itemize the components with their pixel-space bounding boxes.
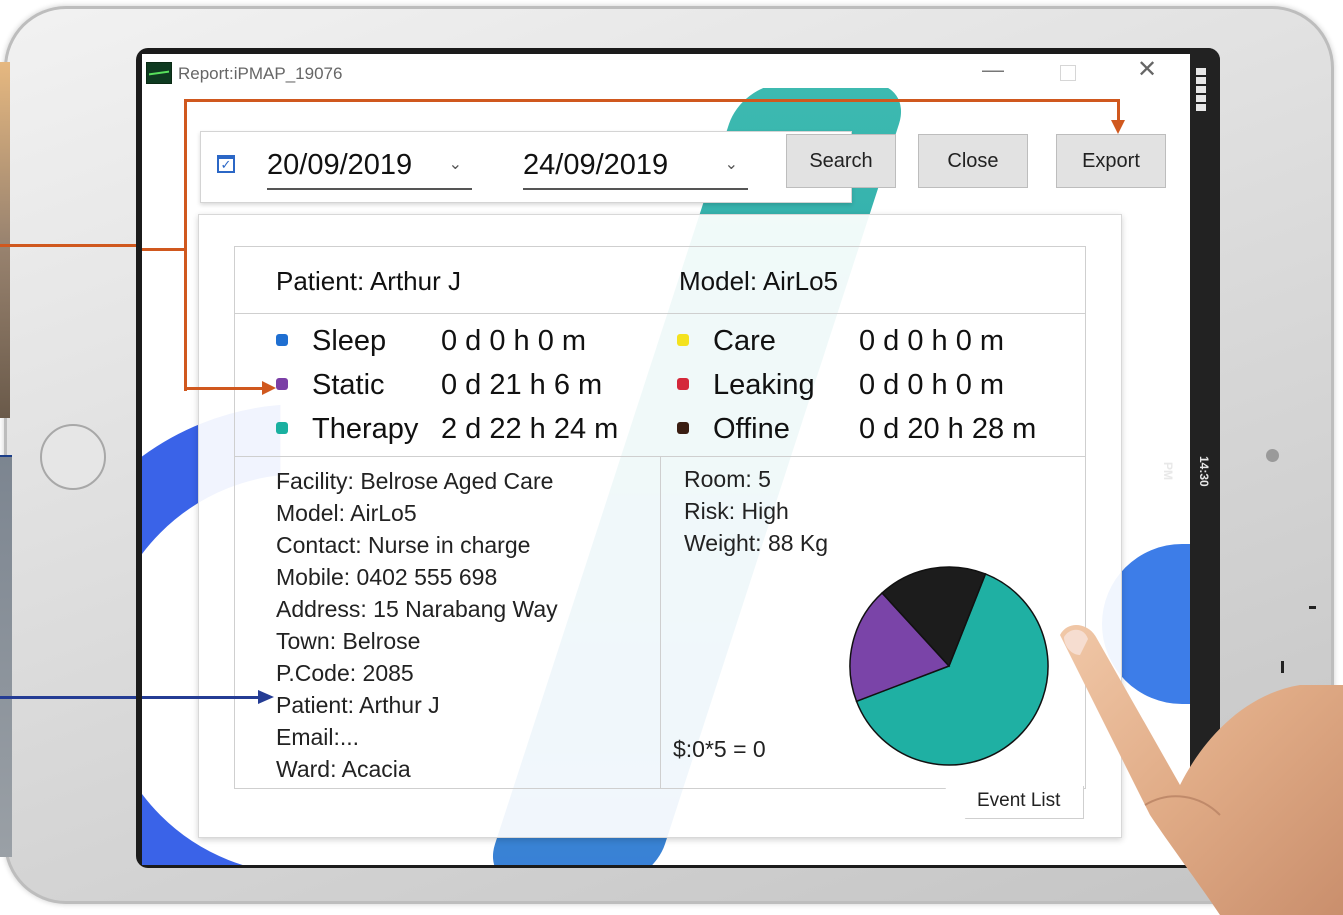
- report-card: Patient: Arthur J Model: AirLo5 Sleep 0 …: [198, 214, 1122, 838]
- chevron-down-icon[interactable]: ⌄: [725, 144, 738, 186]
- legend-dot: [276, 334, 288, 346]
- patient-name: Patient: Arthur J: [276, 266, 461, 296]
- pointing-finger: [1060, 625, 1343, 915]
- stat-label: Offine: [713, 413, 790, 445]
- event-list-label: Event List: [977, 790, 1061, 811]
- maximize-button[interactable]: [1060, 65, 1076, 81]
- camera-dot: [1266, 449, 1279, 462]
- usage-pie-chart[interactable]: [847, 564, 1051, 768]
- detail-ward: Ward: Acacia: [276, 756, 411, 782]
- date-to-picker[interactable]: 24/09/2019 ⌄: [523, 144, 748, 190]
- legend-dot: [677, 334, 689, 346]
- stat-static: Static 0 d 21 h 6 m: [276, 365, 656, 405]
- stat-value: 0 d 0 h 0 m: [859, 369, 1005, 401]
- stat-value: 0 d 20 h 28 m: [859, 413, 1037, 445]
- stat-therapy: Therapy 2 d 22 h 24 m: [276, 409, 656, 449]
- date-from-value: 20/09/2019: [267, 149, 413, 181]
- detail-weight: Weight: 88 Kg: [684, 530, 829, 556]
- model-name: Model: AirLo5: [679, 266, 838, 296]
- annotation-line: [142, 248, 186, 251]
- detail-facility: Facility: Belrose Aged Care: [276, 468, 554, 494]
- detail-town: Town: Belrose: [276, 628, 421, 654]
- cost-summary: $:0*5 = 0: [673, 736, 766, 762]
- annotation-line: [1117, 99, 1120, 121]
- patient-details: Room: 5 Risk: High Weight: 88 Kg $:0*5 =…: [661, 456, 1085, 788]
- close-window-button[interactable]: ✕: [1137, 58, 1157, 82]
- window-title: Report:iPMAP_19076: [178, 64, 343, 83]
- annotation-line: [0, 696, 136, 699]
- annotation-arrow: [262, 381, 276, 395]
- stat-value: 0 d 0 h 0 m: [441, 325, 587, 357]
- facility-details: Facility: Belrose Aged Care Model: AirLo…: [235, 456, 661, 788]
- minimize-button[interactable]: —: [982, 59, 1004, 81]
- detail-mobile: Mobile: 0402 555 698: [276, 564, 498, 590]
- report-table: Patient: Arthur J Model: AirLo5 Sleep 0 …: [234, 246, 1086, 789]
- search-button[interactable]: Search: [786, 134, 896, 188]
- detail-email: Email:...: [276, 724, 360, 750]
- stat-label: Therapy: [312, 413, 419, 445]
- legend-dot: [276, 378, 288, 390]
- detail-model: Model: AirLo5: [276, 500, 417, 526]
- stat-leaking: Leaking 0 d 0 h 0 m: [677, 365, 1077, 405]
- stat-label: Care: [713, 325, 776, 357]
- detail-postcode: P.Code: 2085: [276, 660, 414, 686]
- calendar-icon[interactable]: ✓: [217, 155, 235, 173]
- battery-icon: [1196, 68, 1206, 116]
- close-button[interactable]: Close: [918, 134, 1028, 188]
- background-photo-bottom: [0, 455, 12, 857]
- annotation-arrow: [1111, 120, 1125, 134]
- annotation-line: [184, 99, 1119, 102]
- report-header: Patient: Arthur J Model: AirLo5: [235, 247, 1085, 314]
- date-from-picker[interactable]: 20/09/2019 ⌄: [267, 144, 472, 190]
- date-to-value: 24/09/2019: [523, 149, 669, 181]
- annotation-line: [0, 244, 136, 247]
- hardware-mark: [1309, 606, 1316, 609]
- stat-label: Leaking: [713, 369, 815, 401]
- stat-value: 0 d 21 h 6 m: [441, 369, 603, 401]
- time-stats: Sleep 0 d 0 h 0 m Static 0 d 21 h 6 m Th…: [235, 313, 1085, 457]
- title-bar: Report:iPMAP_19076 — ✕: [142, 54, 1190, 88]
- annotation-line: [142, 696, 260, 699]
- status-clock: 14:30 PM: [1161, 455, 1211, 487]
- stat-sleep: Sleep 0 d 0 h 0 m: [276, 321, 656, 361]
- annotation-line: [184, 387, 264, 390]
- legend-dot: [677, 422, 689, 434]
- stat-value: 0 d 0 h 0 m: [859, 325, 1005, 357]
- detail-contact: Contact: Nurse in charge: [276, 532, 531, 558]
- detail-risk: Risk: High: [684, 498, 789, 524]
- stat-offline: Offine 0 d 20 h 28 m: [677, 409, 1077, 449]
- report-window: Report:iPMAP_19076 — ✕ ✓ 20/09/2019 ⌄ 24…: [142, 54, 1190, 865]
- legend-dot: [276, 422, 288, 434]
- detail-room: Room: 5: [684, 466, 771, 492]
- stat-value: 2 d 22 h 24 m: [441, 413, 619, 445]
- annotation-line: [184, 99, 187, 391]
- home-button[interactable]: [40, 424, 106, 490]
- background-photo-top: [0, 62, 10, 418]
- stat-label: Sleep: [312, 325, 387, 357]
- date-filter-bar: ✓ 20/09/2019 ⌄ 24/09/2019 ⌄: [200, 131, 852, 203]
- chevron-down-icon[interactable]: ⌄: [449, 144, 462, 186]
- detail-patient: Patient: Arthur J: [276, 692, 440, 718]
- stat-care: Care 0 d 0 h 0 m: [677, 321, 1077, 361]
- export-button[interactable]: Export: [1056, 134, 1166, 188]
- legend-dot: [677, 378, 689, 390]
- app-icon: [146, 62, 172, 84]
- annotation-arrow: [258, 690, 274, 704]
- detail-address: Address: 15 Narabang Way: [276, 596, 558, 622]
- stat-label: Static: [312, 369, 385, 401]
